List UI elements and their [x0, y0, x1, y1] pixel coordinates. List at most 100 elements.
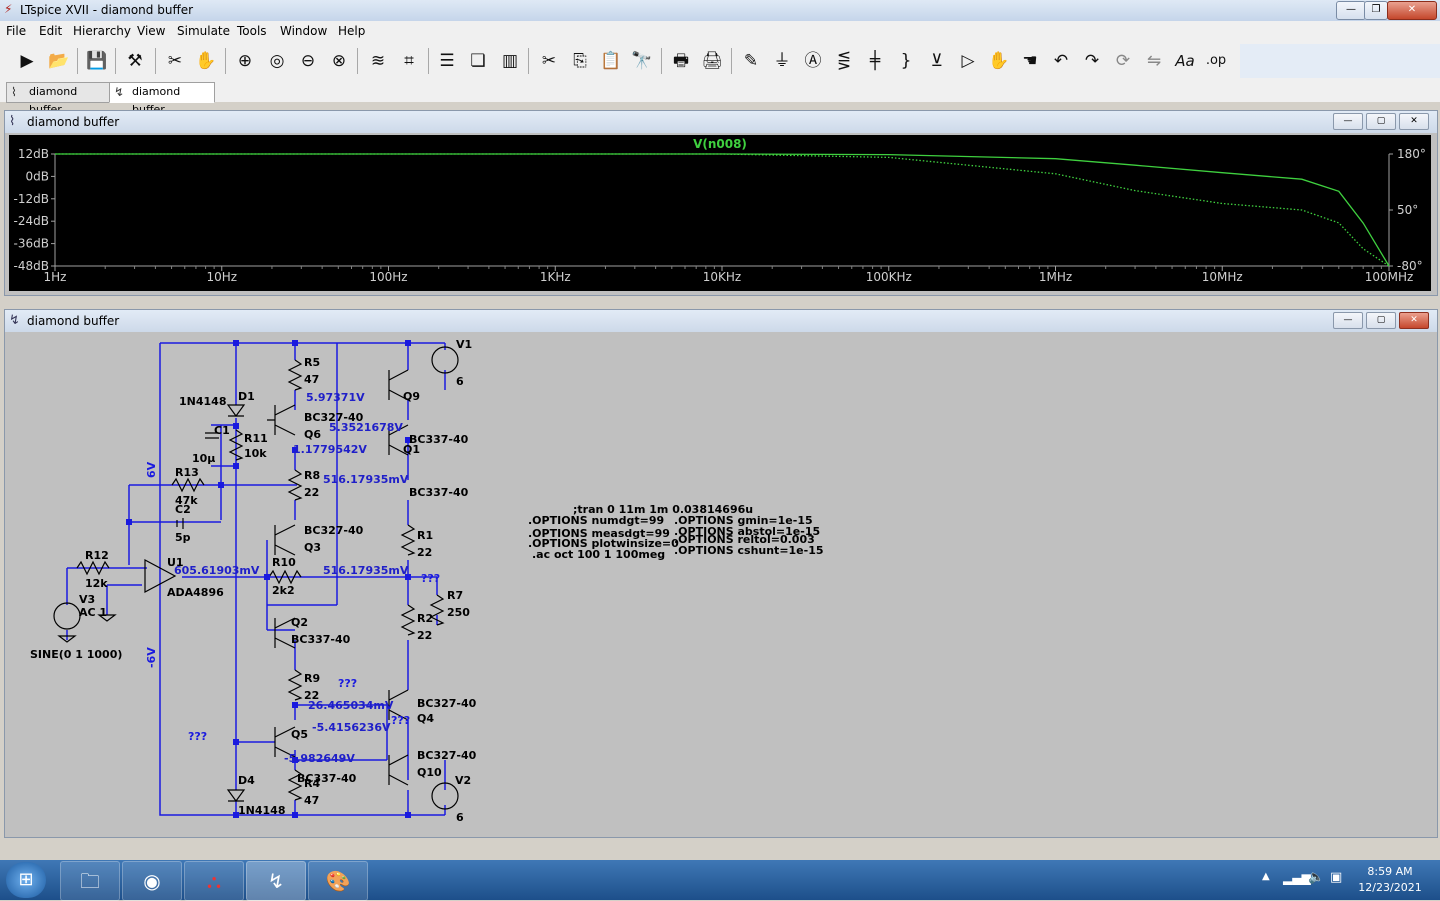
q10-label[interactable]: Q10 — [417, 766, 442, 779]
label-net-icon[interactable]: Ⓐ — [800, 48, 826, 74]
r9-label[interactable]: R9 — [304, 672, 320, 685]
mirror-icon[interactable]: ⇋ — [1141, 48, 1167, 74]
acrobat-icon[interactable]: ⛬ — [184, 861, 244, 901]
c2-value[interactable]: 5p — [175, 531, 191, 544]
unknown-node-2[interactable]: ??? — [338, 677, 357, 690]
menu-simulate[interactable]: Simulate — [177, 24, 230, 38]
zoom-out-icon[interactable]: ⊖ — [295, 48, 321, 74]
q9-label[interactable]: Q9 — [403, 390, 420, 403]
run-icon[interactable]: ▶ — [14, 48, 40, 74]
r7-value[interactable]: 250 — [447, 606, 470, 619]
q10-part[interactable]: BC327-40 — [417, 749, 477, 762]
waveform-minimize-button[interactable]: — — [1333, 113, 1363, 130]
menu-help[interactable]: Help — [338, 24, 365, 38]
control-panel-icon[interactable]: ⚒ — [122, 48, 148, 74]
menu-edit[interactable]: Edit — [39, 24, 62, 38]
v3-sine[interactable]: SINE(0 1 1000) — [30, 648, 122, 661]
file-explorer-icon[interactable]: 🗀 — [60, 861, 120, 901]
schematic-canvas[interactable]: V1 6 R5 47 1N4148 D1 Q9 BC327-40 C1 R11 … — [9, 335, 1431, 833]
q2-label[interactable]: Q2 — [291, 616, 308, 629]
ltspice-icon[interactable]: ↯ — [246, 861, 306, 901]
move-icon[interactable]: ✋ — [986, 48, 1012, 74]
d1-part[interactable]: 1N4148 — [179, 395, 226, 408]
r1-value[interactable]: 22 — [417, 546, 432, 559]
redo-icon[interactable]: ↷ — [1079, 48, 1105, 74]
d1-label[interactable]: D1 — [238, 390, 255, 403]
c1-value[interactable]: 10µ — [192, 452, 215, 465]
tab-schematic[interactable]: ↯ diamond buffer — [109, 82, 215, 116]
waveform-restore-button[interactable]: ▢ — [1366, 113, 1396, 130]
rotate-icon[interactable]: ⟳ — [1110, 48, 1136, 74]
c1-label[interactable]: C1 — [214, 424, 230, 437]
cut-icon[interactable]: ✂ — [536, 48, 562, 74]
bode-plot[interactable]: 12dB0dB-12dB-24dB-36dB-48dB180°50°-80°1H… — [9, 135, 1431, 291]
spice-directive-icon[interactable]: .op — [1203, 48, 1229, 74]
v3-ac[interactable]: AC 1 — [79, 606, 107, 619]
unknown-node-1[interactable]: ??? — [421, 572, 440, 585]
find-icon[interactable]: 🔭 — [629, 48, 655, 74]
directive-numdgt[interactable]: .OPTIONS numdgt=99 — [528, 514, 664, 527]
component-icon[interactable]: ▷ — [955, 48, 981, 74]
r4-label[interactable]: R4 — [304, 777, 320, 790]
q1-label[interactable]: Q1 — [403, 443, 420, 456]
v2-label[interactable]: V2 — [455, 774, 471, 787]
schematic-close-button[interactable]: ✕ — [1399, 312, 1429, 329]
d4-part[interactable]: 1N4148 — [238, 804, 285, 817]
r12-label[interactable]: R12 — [85, 549, 109, 562]
halt-icon[interactable]: ✂ — [162, 48, 188, 74]
network-icon[interactable]: ▂▄▆ — [1283, 871, 1311, 885]
directive-cshunt[interactable]: .OPTIONS cshunt=1e-15 — [674, 544, 824, 557]
net-6v-label[interactable]: 6V — [145, 461, 158, 478]
r8-value[interactable]: 22 — [304, 486, 319, 499]
print-setup-icon[interactable]: 🖨 — [699, 48, 725, 74]
r5-value[interactable]: 47 — [304, 373, 319, 386]
waveform-close-button[interactable]: ✕ — [1399, 113, 1429, 130]
show-hidden-icons-icon[interactable]: ▲ — [1262, 871, 1270, 882]
r7-label[interactable]: R7 — [447, 589, 463, 602]
diode-icon[interactable]: ⊻ — [924, 48, 950, 74]
r5-label[interactable]: R5 — [304, 356, 320, 369]
net-m6v-label[interactable]: -6V — [145, 647, 158, 668]
u1-part[interactable]: ADA4896 — [167, 586, 224, 599]
inductor-icon[interactable]: } — [893, 48, 919, 74]
resistor-icon[interactable]: ⋚ — [831, 48, 857, 74]
autorange-icon[interactable]: ⌗ — [396, 48, 422, 74]
r13-label[interactable]: R13 — [175, 466, 199, 479]
directive-ac[interactable]: .ac oct 100 1 100meg — [532, 548, 665, 561]
maximize-button[interactable]: ❐ — [1364, 1, 1388, 20]
close-button[interactable]: ✕ — [1387, 1, 1437, 20]
ground-icon[interactable]: ⏚ — [769, 48, 795, 74]
menu-view[interactable]: View — [137, 24, 165, 38]
draw-wire-icon[interactable]: ✎ — [738, 48, 764, 74]
schematic-restore-button[interactable]: ▢ — [1366, 312, 1396, 329]
r12-value[interactable]: 12k — [85, 577, 108, 590]
tab-waveform[interactable]: ⌇ diamond buffer — [6, 82, 110, 116]
tile-vertical-icon[interactable]: ▥ — [497, 48, 523, 74]
start-orb-icon[interactable]: ⊞ — [6, 862, 46, 898]
copy-icon[interactable]: ⎘ — [567, 48, 593, 74]
zoom-in-icon[interactable]: ⊕ — [232, 48, 258, 74]
unknown-node-4[interactable]: ??? — [188, 730, 207, 743]
menu-file[interactable]: File — [6, 24, 26, 38]
minimize-button[interactable]: — — [1336, 1, 1366, 20]
menu-window[interactable]: Window — [280, 24, 327, 38]
r10-label[interactable]: R10 — [272, 556, 296, 569]
v1-value[interactable]: 6 — [456, 375, 464, 388]
plot-settings-icon[interactable]: ≋ — [365, 48, 391, 74]
paint-icon[interactable]: 🎨 — [308, 861, 368, 901]
drag-icon[interactable]: ☚ — [1017, 48, 1043, 74]
v3-label[interactable]: V3 — [79, 593, 95, 606]
c2-label[interactable]: C2 — [175, 503, 191, 516]
tile-horizontal-icon[interactable]: ☰ — [434, 48, 460, 74]
q4-part[interactable]: BC327-40 — [417, 697, 477, 710]
r11-label[interactable]: R11 — [244, 432, 268, 445]
q6-label[interactable]: Q6 — [304, 428, 321, 441]
v2-value[interactable]: 6 — [456, 811, 464, 824]
unknown-node-3[interactable]: ??? — [391, 714, 410, 727]
q2-part[interactable]: BC337-40 — [291, 633, 351, 646]
q5-label[interactable]: Q5 — [291, 728, 308, 741]
paste-icon[interactable]: 📋 — [598, 48, 624, 74]
clock[interactable]: 8:59 AM 12/23/2021 — [1350, 864, 1430, 896]
volume-icon[interactable]: 🔈 — [1308, 870, 1324, 885]
r2-label[interactable]: R2 — [417, 612, 433, 625]
